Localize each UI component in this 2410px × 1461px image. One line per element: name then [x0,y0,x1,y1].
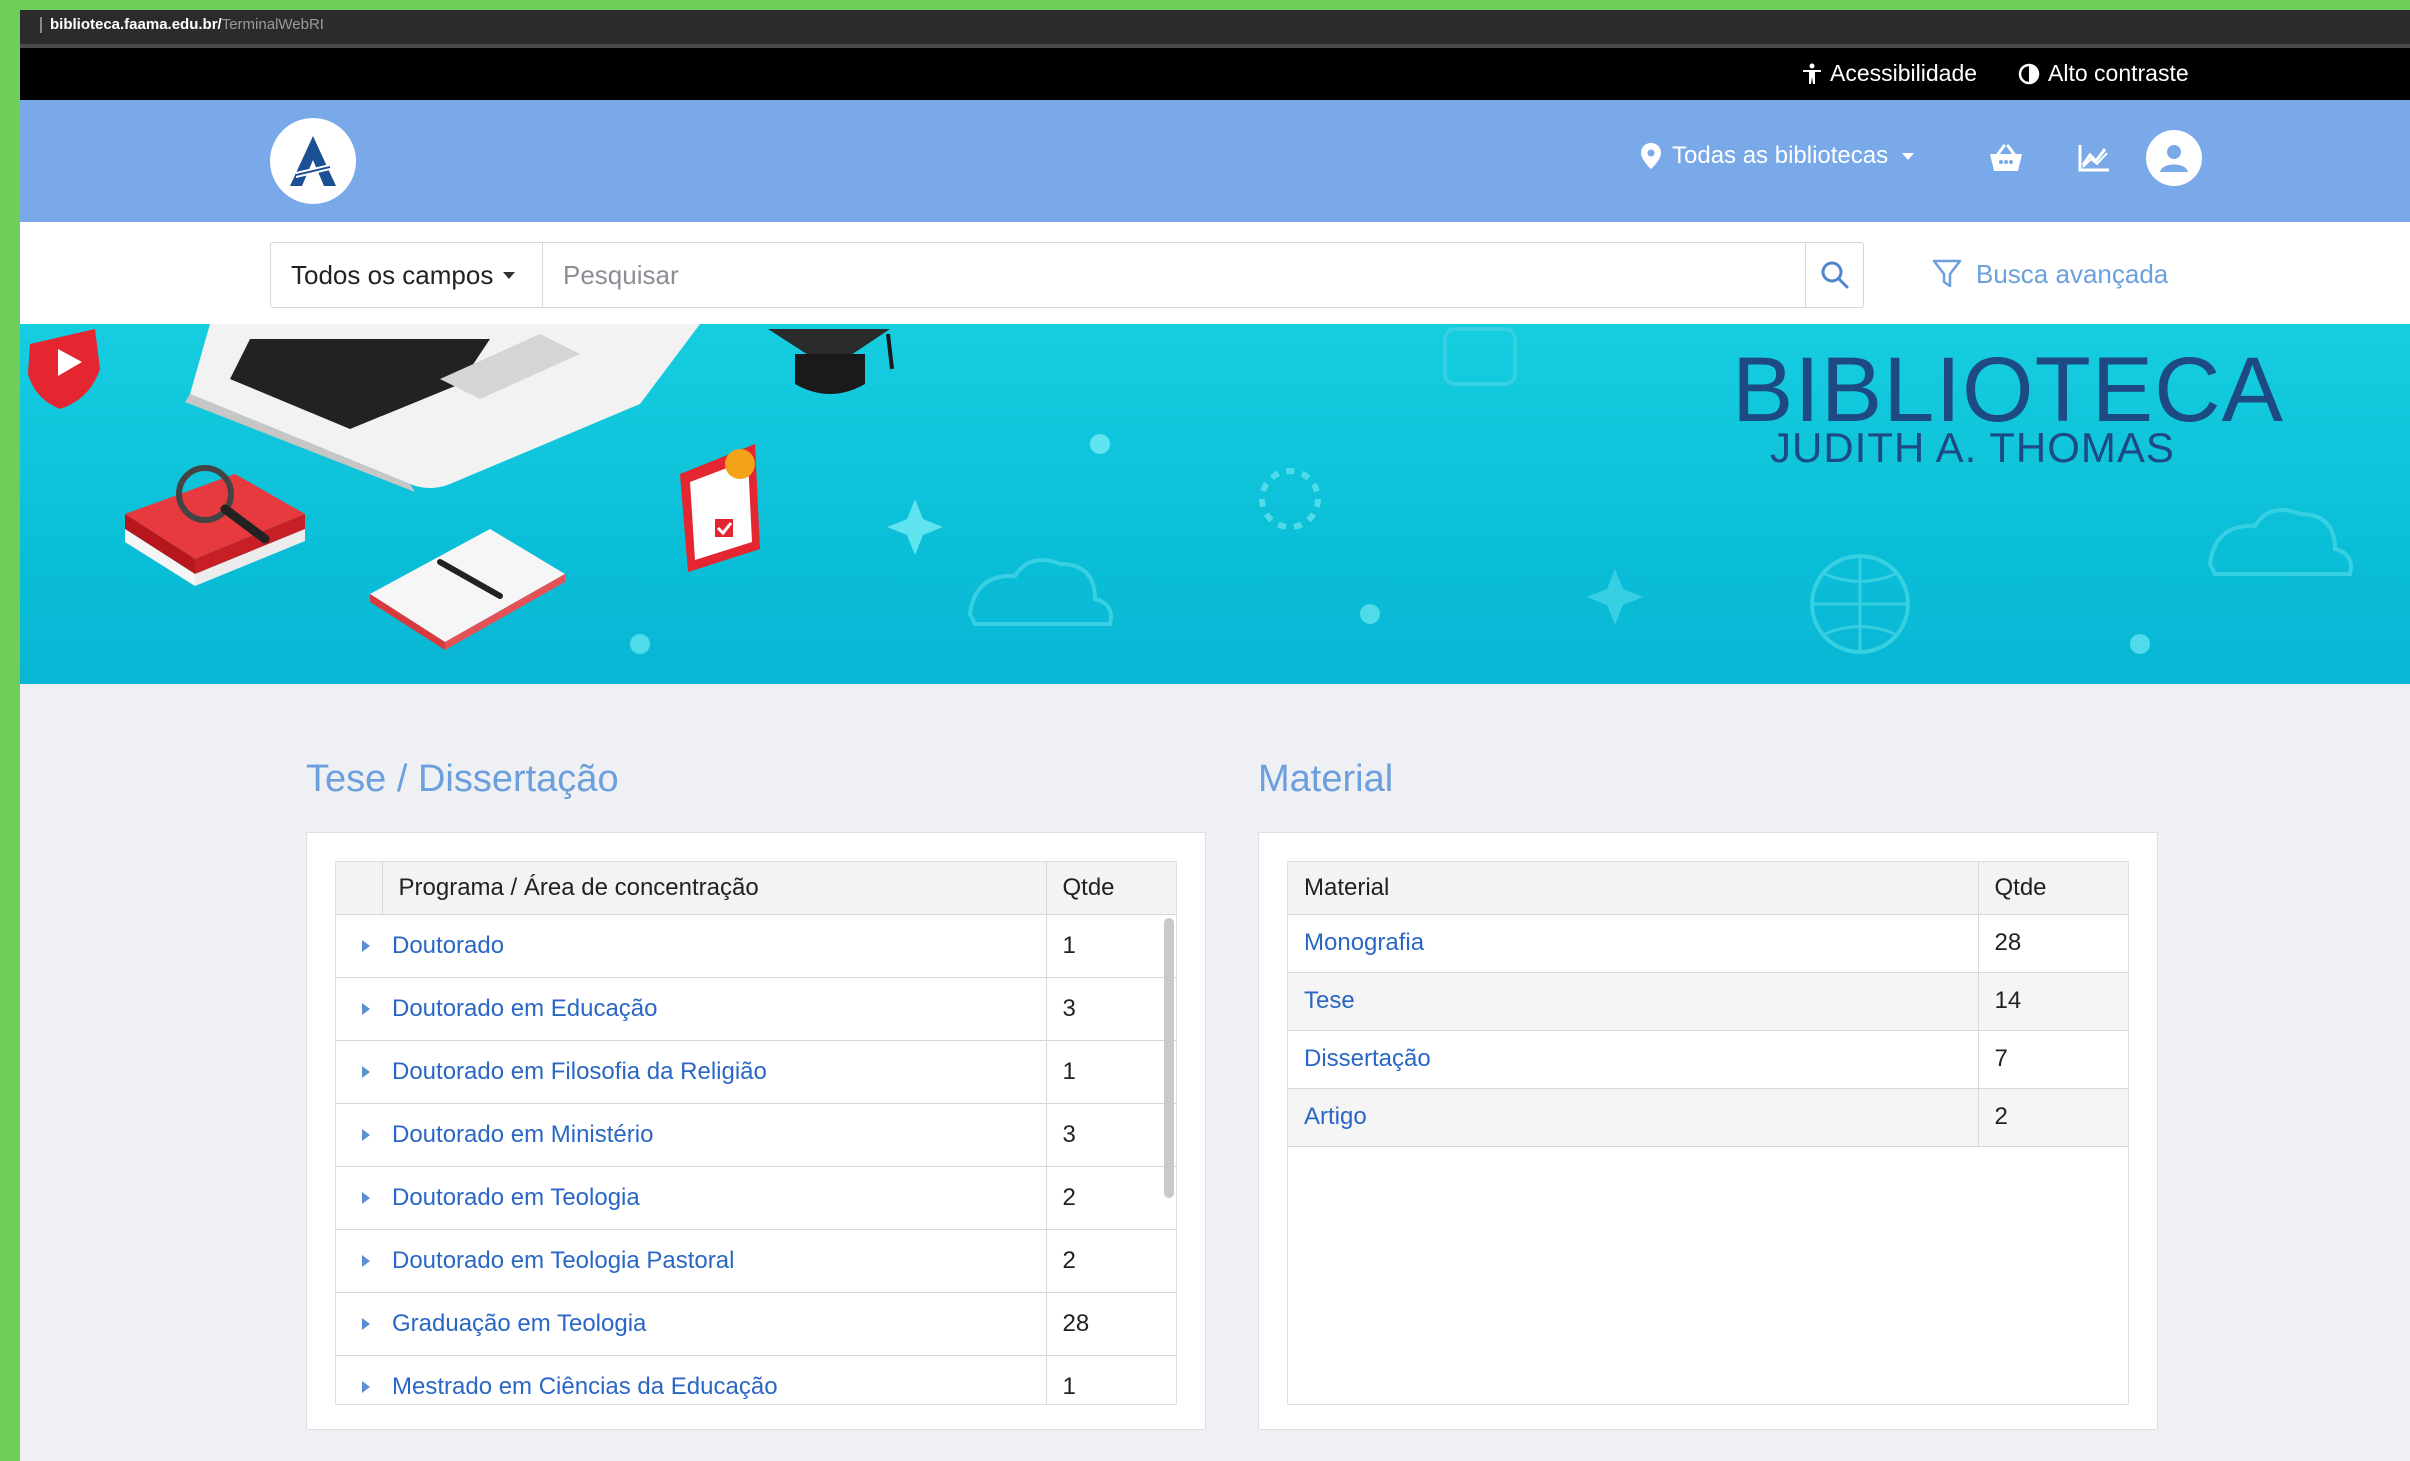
location-pin-icon [1641,143,1661,169]
program-qty: 2 [1045,1166,1176,1230]
program-qty: 3 [1045,1103,1176,1167]
expand-column-header [336,862,383,915]
line-chart-icon [2078,145,2109,172]
accessibility-label: Acessibilidade [1830,60,1978,86]
expand-arrow-icon[interactable] [362,1318,370,1331]
program-qty: 1 [1045,1355,1176,1404]
expand-arrow-icon[interactable] [362,1381,370,1394]
thesis-table: Programa / Área de concentração Qtde Dou… [336,862,1176,1404]
material-section-title: Material [1258,758,1394,800]
program-link[interactable]: Doutorado em Teologia Pastoral [392,1247,734,1274]
material-table-container: Material Qtde Monografia 28 Tese 14 Disser… [1287,861,2129,1405]
program-link[interactable]: Doutorado [392,932,504,959]
program-link[interactable]: Graduação em Teologia [392,1310,646,1337]
thesis-table-scrollbar[interactable] [1164,918,1174,1198]
high-contrast-button[interactable]: Alto contraste [2018,60,2189,87]
table-row[interactable]: Dissertação 7 [1288,1030,2128,1089]
accessibility-bar: Acessibilidade Alto contraste [20,48,2410,100]
user-icon [2160,145,2188,172]
filter-icon [1932,259,1962,288]
accessibility-icon [1803,63,1821,84]
library-selector[interactable]: Todas as bibliotecas [1640,142,1915,170]
banner-subtitle: JUDITH A. THOMAS [1770,424,2175,471]
search-scope-dropdown[interactable]: Todos os campos [271,243,543,307]
thesis-section-title: Tese / Dissertação [306,758,619,800]
address-bar[interactable]: biblioteca.faama.edu.br/TerminalWebRI [20,10,2410,48]
search-scope-label: Todos os campos [291,259,494,290]
user-account-button[interactable] [2146,130,2202,186]
cursor [40,17,42,34]
program-column-header[interactable]: Programa / Área de concentração [382,862,1046,915]
expand-arrow-icon[interactable] [362,940,370,953]
table-row[interactable]: Doutorado em Filosofia da Religião 1 [336,1040,1176,1104]
material-table: Material Qtde Monografia 28 Tese 14 Disser… [1288,862,2128,1147]
thesis-table-container: Programa / Área de concentração Qtde Dou… [335,861,1177,1405]
program-qty: 1 [1045,1040,1176,1104]
table-row[interactable]: Monografia 28 [1288,914,2128,973]
material-panel: Material Qtde Monografia 28 Tese 14 Disser… [1258,832,2158,1430]
expand-arrow-icon[interactable] [362,1192,370,1205]
contrast-icon [2018,63,2040,84]
table-row[interactable]: Tese 14 [1288,972,2128,1031]
chevron-down-icon [1902,152,1915,160]
table-row[interactable]: Doutorado 1 [336,914,1176,978]
search-input[interactable] [543,243,1805,307]
thesis-table-header: Programa / Área de concentração Qtde [336,862,1176,915]
material-qty: 7 [1977,1030,2128,1089]
material-table-header: Material Qtde [1288,862,2128,915]
material-qty: 28 [1977,914,2128,973]
program-link[interactable]: Doutorado em Ministério [392,1121,653,1148]
expand-arrow-icon[interactable] [362,1129,370,1142]
material-link[interactable]: Tese [1288,972,1978,1031]
material-link[interactable]: Dissertação [1288,1030,1978,1089]
site-header: Todas as bibliotecas [20,100,2410,222]
basket-button[interactable] [1986,138,2026,178]
material-qty: 14 [1977,972,2128,1031]
advanced-search-label: Busca avançada [1976,258,2169,289]
table-row[interactable]: Doutorado em Teologia Pastoral 2 [336,1229,1176,1293]
table-row[interactable]: Doutorado em Educação 3 [336,977,1176,1041]
logo-icon [290,136,336,186]
statistics-button[interactable] [2074,138,2114,178]
search-box: Todos os campos [270,242,1864,308]
program-link[interactable]: Doutorado em Teologia [392,1184,640,1211]
program-qty: 3 [1045,977,1176,1041]
expand-arrow-icon[interactable] [362,1255,370,1268]
browser-window: biblioteca.faama.edu.br/TerminalWebRI Ac… [20,10,2410,1461]
expand-arrow-icon[interactable] [362,1066,370,1079]
search-icon [1821,261,1848,289]
table-row[interactable]: Graduação em Teologia 28 [336,1292,1176,1356]
contrast-label: Alto contraste [2048,60,2189,86]
expand-arrow-icon[interactable] [362,1003,370,1016]
search-bar-row: Todos os campos Busca avançada [20,222,2410,324]
program-link[interactable]: Doutorado em Educação [392,995,658,1022]
thesis-panel: Programa / Área de concentração Qtde Dou… [306,832,1206,1430]
advanced-search-link[interactable]: Busca avançada [1932,258,2168,290]
basket-icon [1990,144,2022,171]
program-qty: 1 [1045,914,1176,978]
table-row[interactable]: Artigo 2 [1288,1088,2128,1147]
material-link[interactable]: Monografia [1288,914,1978,973]
table-row[interactable]: Mestrado em Ciências da Educação 1 [336,1355,1176,1404]
qty-column-header[interactable]: Qtde [1045,862,1176,915]
program-link[interactable]: Mestrado em Ciências da Educação [392,1373,778,1400]
material-link[interactable]: Artigo [1288,1088,1978,1147]
table-row[interactable]: Doutorado em Teologia 2 [336,1166,1176,1230]
qty-column-header[interactable]: Qtde [1977,862,2128,915]
material-column-header[interactable]: Material [1288,862,1978,915]
accessibility-button[interactable]: Acessibilidade [1802,60,1977,87]
program-link[interactable]: Doutorado em Filosofia da Religião [392,1058,767,1085]
hero-banner: BIBLIOTECA JUDITH A. THOMAS [20,324,2410,684]
material-qty: 2 [1977,1088,2128,1147]
table-row[interactable]: Doutorado em Ministério 3 [336,1103,1176,1167]
url-path: TerminalWebRI [221,16,324,33]
url-host: biblioteca.faama.edu.br/ [50,16,222,33]
program-qty: 2 [1045,1229,1176,1293]
search-button[interactable] [1805,243,1863,307]
program-qty: 28 [1045,1292,1176,1356]
library-selector-label: Todas as bibliotecas [1672,142,1889,169]
logo[interactable] [270,118,356,204]
chevron-down-icon [503,271,516,279]
